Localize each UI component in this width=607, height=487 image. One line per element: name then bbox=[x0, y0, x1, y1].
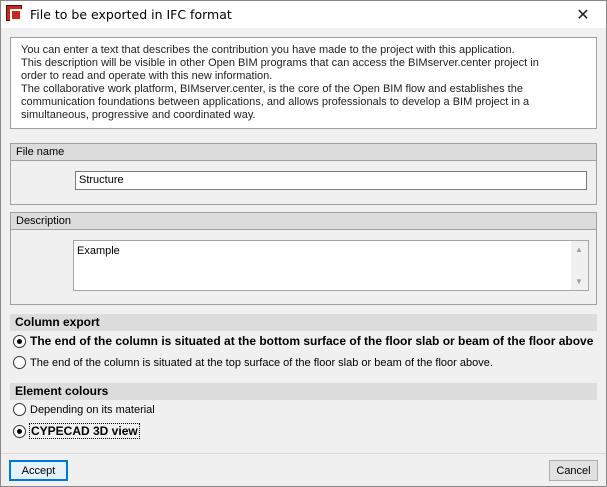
colours-option-3d-view[interactable]: CYPECAD 3D view bbox=[13, 423, 140, 439]
window-title: File to be exported in IFC format bbox=[30, 7, 232, 22]
scroll-down-icon[interactable]: ▼ bbox=[575, 275, 583, 288]
column-export-option-bottom-label[interactable]: The end of the column is situated at the… bbox=[30, 334, 593, 348]
radio-unchecked-icon[interactable] bbox=[13, 356, 26, 369]
accept-button[interactable]: Accept bbox=[9, 460, 68, 481]
description-text: Example bbox=[77, 245, 120, 257]
description-group: Description Example ▲ ▼ bbox=[10, 212, 597, 305]
radio-checked-icon[interactable] bbox=[13, 424, 26, 438]
radio-checked-icon[interactable] bbox=[13, 334, 26, 348]
file-name-input[interactable]: Structure bbox=[75, 171, 587, 190]
info-box: You can enter a text that describes the … bbox=[10, 37, 597, 129]
radio-unchecked-icon[interactable] bbox=[13, 403, 26, 416]
column-export-option-top-label[interactable]: The end of the column is situated at the… bbox=[30, 357, 493, 369]
column-export-option-bottom[interactable]: The end of the column is situated at the… bbox=[13, 334, 593, 348]
column-export-header: Column export bbox=[10, 314, 597, 331]
column-export-option-top[interactable]: The end of the column is situated at the… bbox=[13, 356, 493, 369]
footer-divider bbox=[1, 453, 606, 454]
dialog-window: File to be exported in IFC format ✕ You … bbox=[0, 0, 607, 487]
colours-option-material[interactable]: Depending on its material bbox=[13, 403, 155, 416]
element-colours-header: Element colours bbox=[10, 383, 597, 400]
scroll-up-icon[interactable]: ▲ bbox=[575, 243, 583, 256]
close-button[interactable]: ✕ bbox=[560, 1, 606, 28]
description-scrollbar[interactable]: ▲ ▼ bbox=[571, 241, 588, 290]
description-label: Description bbox=[11, 213, 596, 230]
description-textarea[interactable]: Example ▲ ▼ bbox=[73, 240, 589, 291]
colours-option-3d-view-label[interactable]: CYPECAD 3D view bbox=[29, 423, 140, 439]
cancel-button[interactable]: Cancel bbox=[549, 460, 598, 481]
title-bar: File to be exported in IFC format ✕ bbox=[1, 1, 606, 28]
cype-app-icon bbox=[6, 5, 22, 21]
info-text: You can enter a text that describes the … bbox=[21, 44, 539, 121]
colours-option-material-label[interactable]: Depending on its material bbox=[30, 404, 155, 416]
file-name-group: File name Structure bbox=[10, 143, 597, 205]
file-name-label: File name bbox=[11, 144, 596, 161]
